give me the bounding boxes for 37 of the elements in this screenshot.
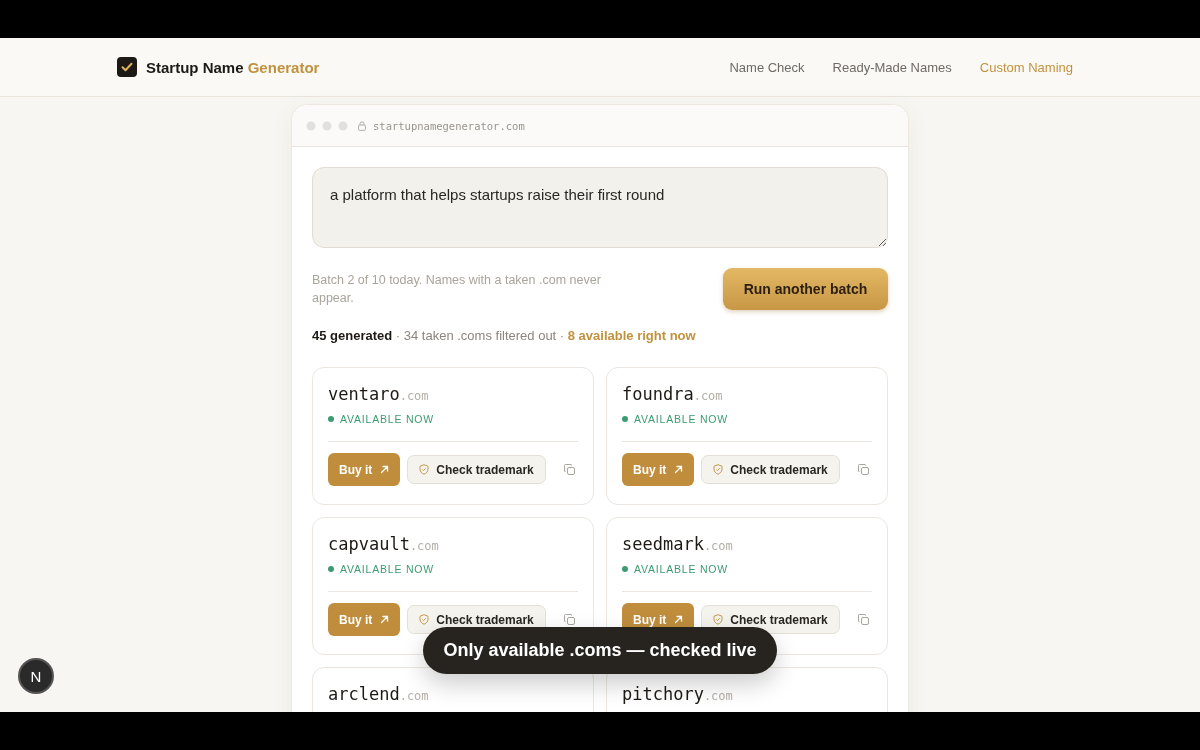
toast: Only available .coms — checked live [423, 627, 777, 674]
domain-name: seedmark.com [622, 534, 734, 554]
lock-icon [358, 120, 366, 131]
status-label: AVAILABLE NOW [634, 563, 729, 575]
prompt-field[interactable]: a platform that helps startups raise their first round [312, 167, 888, 248]
copy-icon[interactable] [563, 614, 575, 625]
url-text: startupnamegenerator.com [373, 119, 525, 132]
nav-link[interactable]: Name Check [729, 59, 805, 75]
status-label: AVAILABLE NOW [340, 563, 435, 575]
domain-name: pitchory.com [622, 684, 734, 704]
copy-icon[interactable] [857, 614, 869, 625]
domain-name: ventaro.com [328, 384, 430, 404]
shield-icon [419, 464, 430, 475]
window-dots-icon [306, 120, 348, 131]
copy-icon[interactable] [563, 464, 575, 475]
status-label: AVAILABLE NOW [340, 413, 435, 425]
shield-icon [419, 614, 430, 625]
brand-name[interactable]: Startup Name Generator [146, 58, 320, 76]
domain-name: foundra.com [622, 384, 724, 404]
stats-text: 45 generated · 34 taken .coms filtered out · 8 available right now [312, 328, 697, 343]
logo-icon [117, 57, 137, 77]
batch-note: Batch 2 of 10 today. Names with a taken .com never appear. [312, 272, 602, 307]
external-arrow-icon [380, 615, 390, 624]
external-arrow-icon [674, 615, 684, 624]
shield-icon [713, 614, 724, 625]
status-label: AVAILABLE NOW [634, 413, 729, 425]
trademark-button[interactable]: Check trademark [407, 455, 546, 484]
shield-icon [713, 464, 724, 475]
dev-badge[interactable]: N [18, 658, 54, 694]
domain-name: arclend.com [328, 684, 430, 704]
copy-icon[interactable] [857, 464, 869, 475]
run-batch-button[interactable]: Run another batch [723, 268, 888, 310]
external-arrow-icon [674, 465, 684, 474]
nav-link[interactable]: Ready-Made Names [832, 59, 952, 75]
trademark-button[interactable]: Check trademark [701, 455, 840, 484]
external-arrow-icon [380, 465, 390, 474]
domain-name: capvault.com [328, 534, 440, 554]
